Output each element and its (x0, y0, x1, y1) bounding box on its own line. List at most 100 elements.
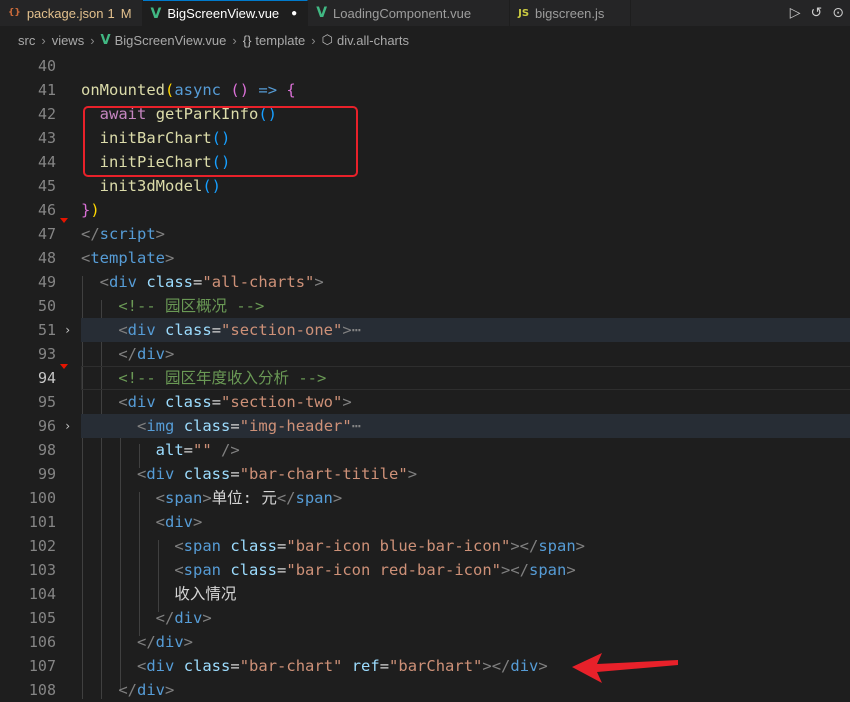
code-token: < (137, 657, 147, 675)
code-token: = (277, 561, 287, 579)
annotation-highlight-box (83, 106, 358, 177)
tab-bigscreen-js[interactable]: JS bigscreen.js (510, 0, 632, 26)
code-line: </div> (81, 678, 174, 702)
code-token: div (146, 657, 175, 675)
code-line: }) (81, 198, 100, 222)
code-line: </div> (81, 342, 174, 366)
code-token: > (407, 465, 418, 483)
vue-icon: V (150, 5, 162, 22)
code-token: ref (351, 657, 380, 675)
code-token: </ (276, 489, 296, 507)
code-token: > (342, 393, 352, 411)
code-token: = (379, 657, 390, 675)
code-token: class (183, 417, 231, 435)
code-token: = (230, 657, 240, 675)
chevron-right-icon: › (232, 32, 237, 48)
code-editor[interactable]: 40 41 42 43 44 45 46 47 48 49 50 51 93 9… (0, 54, 850, 699)
code-line: </script> (81, 222, 165, 246)
line-number: 101 (28, 513, 56, 531)
code-token: span (529, 561, 567, 579)
code-token: onMounted (81, 81, 165, 99)
code-token: < (137, 465, 147, 483)
code-token: "bar-chart-titile" (239, 465, 408, 483)
breadcrumb-div-all-charts[interactable]: div.all-charts (337, 33, 409, 48)
code-token: ></ (482, 657, 511, 675)
code-token: async (174, 81, 222, 99)
code-token: > (193, 513, 203, 531)
fold-chevron-icon[interactable]: › (64, 414, 71, 438)
go-back-icon[interactable]: ⊙ (832, 5, 844, 21)
line-number: 99 (37, 465, 56, 483)
code-token: ></ (501, 561, 529, 579)
run-icon[interactable]: ▷ (790, 5, 801, 21)
line-number: 50 (37, 297, 56, 315)
breadcrumb-template[interactable]: template (255, 33, 305, 48)
history-icon[interactable]: ↺ (811, 5, 823, 21)
unsaved-dot-icon[interactable]: ● (291, 8, 297, 19)
code-token: > (165, 681, 175, 699)
code-token: </ (118, 345, 137, 363)
line-number-current: 94 (37, 369, 56, 387)
code-token: < (155, 489, 165, 507)
breadcrumb-file[interactable]: BigScreenView.vue (115, 33, 227, 48)
annotation-arrow-icon (572, 653, 678, 683)
code-token: span (183, 561, 221, 579)
vue-icon: V (316, 5, 328, 21)
code-line: onMounted(async () => { (81, 78, 296, 102)
code-line: <!-- 园区年度收入分析 --> (81, 366, 326, 390)
line-number: 48 (37, 249, 56, 267)
code-token: 单位: 元 (211, 489, 277, 507)
tab-package-json[interactable]: {} package.json 1 M (0, 0, 143, 26)
tab-bigscreenview-vue[interactable]: V BigScreenView.vue ● (142, 0, 309, 26)
folded-ellipsis-icon[interactable]: ⋯ (352, 321, 361, 339)
code-token: < (81, 249, 91, 267)
line-number: 95 (37, 393, 56, 411)
code-token: < (137, 417, 147, 435)
tab-label: LoadingComponent.vue (333, 5, 472, 21)
code-token: class (183, 657, 231, 675)
line-number: 46 (37, 201, 56, 219)
code-token: > (314, 273, 324, 291)
code-line: <div class="section-one">⋯ (81, 318, 361, 342)
code-token: "section-one" (221, 321, 343, 339)
code-line: <div> (81, 510, 203, 534)
code-token: div (510, 657, 539, 675)
js-icon: JS (518, 7, 530, 19)
line-number: 49 (37, 273, 56, 291)
code-token: > (165, 249, 175, 267)
code-token: div (137, 681, 165, 699)
code-token: </ (155, 609, 175, 627)
line-number: 106 (28, 633, 56, 651)
fold-chevron-icon[interactable]: › (64, 318, 71, 342)
line-number: 104 (28, 585, 56, 603)
line-number: 105 (28, 609, 56, 627)
breadcrumb-src[interactable]: src (18, 33, 35, 48)
code-token: "bar-icon red-bar-icon" (286, 561, 501, 579)
code-line: <div class="all-charts"> (81, 270, 324, 294)
code-token: class (183, 465, 231, 483)
code-token: class (230, 537, 278, 555)
code-token: ></ (510, 537, 539, 555)
code-token: </ (137, 633, 156, 651)
line-number: 45 (37, 177, 56, 195)
code-line: <img class="img-header"⋯ (81, 414, 361, 438)
code-token: > (566, 561, 576, 579)
code-line: <span class="bar-icon red-bar-icon"></sp… (81, 558, 576, 582)
code-token: "barChart" (389, 657, 483, 675)
folded-ellipsis-icon[interactable]: ⋯ (352, 417, 361, 435)
chevron-right-icon: › (41, 32, 46, 48)
tab-label: BigScreenView.vue (167, 6, 280, 21)
code-token: > (538, 657, 548, 675)
code-token: } (81, 201, 91, 219)
code-token: init3dModel (99, 177, 203, 195)
line-number: 103 (28, 561, 56, 579)
code-token: span (295, 489, 333, 507)
cube-icon: ⬡ (321, 32, 333, 47)
code-token: /> (221, 441, 240, 459)
code-line: <!-- 园区概况 --> (81, 294, 264, 318)
breadcrumb-views[interactable]: views (52, 33, 85, 48)
code-token: "bar-icon blue-bar-icon" (286, 537, 511, 555)
code-token: div (137, 345, 165, 363)
tab-loadingcomponent-vue[interactable]: V LoadingComponent.vue (308, 0, 511, 26)
line-number: 102 (28, 537, 56, 555)
